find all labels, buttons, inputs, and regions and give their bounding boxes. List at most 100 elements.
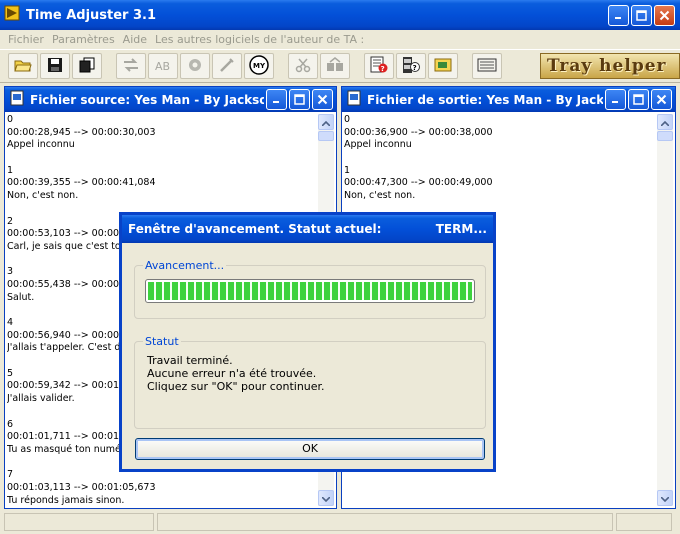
chevron-down-icon xyxy=(660,492,670,505)
web-button[interactable]: MY xyxy=(244,53,274,79)
scroll-up-arrow[interactable] xyxy=(657,114,673,130)
progress-bar xyxy=(145,279,475,303)
output-scrollbar[interactable] xyxy=(657,114,673,506)
cut-button[interactable] xyxy=(288,53,318,79)
subtitle-line: 1 xyxy=(7,164,14,176)
swap-arrows-icon xyxy=(122,57,140,76)
chevron-up-icon xyxy=(321,116,331,129)
source-close-button[interactable] xyxy=(312,89,333,110)
subtitle-line: 00:00:47,300 --> 00:00:49,000 xyxy=(344,177,493,189)
subtitle-line: Non, c'est non. xyxy=(7,190,79,202)
subtitle-line: 0 xyxy=(344,114,351,125)
source-pane-title: Fichier source: Yes Man - By Jackso... xyxy=(30,92,264,107)
web-icon: MY xyxy=(249,54,269,78)
progress-dialog: Fenêtre d'avancement. Statut actuel: TER… xyxy=(119,212,496,472)
transfer-icon xyxy=(326,56,344,76)
menu-fichier[interactable]: Fichier xyxy=(8,33,44,46)
source-pane-title-bar: Fichier source: Yes Man - By Jackso... xyxy=(5,87,336,112)
status-group: Statut Travail terminé. Aucune erreur n'… xyxy=(134,335,486,429)
status-line: Aucune erreur n'a été trouvée. xyxy=(147,367,317,380)
gear-icon xyxy=(187,57,203,76)
close-button[interactable] xyxy=(654,4,675,26)
source-maximize-button[interactable] xyxy=(289,89,310,110)
main-title-bar: Time Adjuster 3.1 xyxy=(0,0,680,30)
settings-button[interactable] xyxy=(180,53,210,79)
spell-ab-icon: AB xyxy=(154,57,172,76)
subtitle-line: Appel inconnu xyxy=(344,139,412,151)
status-bar xyxy=(0,510,680,534)
app-icon xyxy=(4,5,20,25)
transfer-button[interactable] xyxy=(320,53,350,79)
maximize-button[interactable] xyxy=(631,4,652,26)
svg-text:MY: MY xyxy=(253,62,266,70)
subtitle-line: Non, c'est non. xyxy=(344,190,416,202)
dialog-title: Fenêtre d'avancement. Statut actuel: xyxy=(128,222,382,236)
subtitle-line: 00:00:36,900 --> 00:00:38,000 xyxy=(344,126,493,138)
srt-help-button[interactable]: ? xyxy=(364,53,394,79)
chevron-up-icon xyxy=(660,116,670,129)
ok-button[interactable]: OK xyxy=(135,438,485,460)
scroll-thumb[interactable] xyxy=(318,131,334,141)
screen-icon xyxy=(477,58,497,75)
subtitle-line: Appel inconnu xyxy=(7,139,75,151)
output-close-button[interactable] xyxy=(651,89,672,110)
svg-text:?: ? xyxy=(413,64,417,72)
menu-parametres[interactable]: Paramètres xyxy=(52,33,115,46)
save-button[interactable] xyxy=(40,53,70,79)
film-help-icon: ? xyxy=(402,56,420,77)
spell-button[interactable]: AB xyxy=(148,53,178,79)
srt-help-icon: ? xyxy=(370,56,388,77)
export-button[interactable] xyxy=(428,53,458,79)
source-minimize-button[interactable] xyxy=(266,89,287,110)
status-cell xyxy=(4,513,154,531)
subtitle-line xyxy=(344,482,656,495)
output-minimize-button[interactable] xyxy=(605,89,626,110)
file-icon xyxy=(346,90,362,109)
output-maximize-button[interactable] xyxy=(628,89,649,110)
status-line: Cliquez sur "OK" pour continuer. xyxy=(147,380,325,393)
menu-aide[interactable]: Aide xyxy=(123,33,147,46)
status-group-label: Statut xyxy=(143,335,181,348)
status-message: Travail terminé. Aucune erreur n'a été t… xyxy=(147,354,325,393)
tray-helper-banner[interactable]: Tray helper xyxy=(540,53,680,79)
subtitle-line: 00:00:39,355 --> 00:00:41,084 xyxy=(7,177,156,189)
scroll-thumb[interactable] xyxy=(657,131,673,141)
subtitle-line xyxy=(7,152,317,165)
status-cell xyxy=(616,513,672,531)
chevron-down-icon xyxy=(321,492,331,505)
screen-button[interactable] xyxy=(472,53,502,79)
open-folder-button[interactable] xyxy=(8,53,38,79)
svg-text:AB: AB xyxy=(155,60,170,73)
subtitle-line: Tu réponds jamais sinon. xyxy=(7,494,125,506)
scroll-down-arrow[interactable] xyxy=(318,490,334,506)
wand-icon xyxy=(219,57,235,76)
scroll-up-arrow[interactable] xyxy=(318,114,334,130)
dialog-title-bar: Fenêtre d'avancement. Statut actuel: TER… xyxy=(122,215,493,243)
svg-text:?: ? xyxy=(381,65,385,73)
scissors-icon xyxy=(295,57,311,76)
subtitle-line: 0 xyxy=(7,114,14,125)
output-pane-title: Fichier de sortie: Yes Man - By Jack... xyxy=(367,92,603,107)
file-icon xyxy=(9,90,25,109)
status-line: Travail terminé. xyxy=(147,354,233,367)
open-folder-icon xyxy=(14,57,32,76)
status-cell xyxy=(157,513,613,531)
subtitle-line: 1 xyxy=(344,164,351,176)
subtitle-line: 00:01:03,113 --> 00:01:05,673 xyxy=(7,481,156,493)
minimize-button[interactable] xyxy=(608,4,629,26)
copy-files-icon xyxy=(79,57,95,76)
menu-bar: Fichier Paramètres Aide Les autres logic… xyxy=(0,30,680,48)
copy-files-button[interactable] xyxy=(72,53,102,79)
wand-button[interactable] xyxy=(212,53,242,79)
swap-button[interactable] xyxy=(116,53,146,79)
progress-group: Avancement... xyxy=(134,259,486,319)
subtitle-line xyxy=(344,495,656,506)
app-title: Time Adjuster 3.1 xyxy=(26,7,157,23)
menu-autres-logiciels[interactable]: Les autres logiciels de l'auteur de TA : xyxy=(155,33,364,46)
subtitle-line: 00:00:28,945 --> 00:00:30,003 xyxy=(7,126,156,138)
progress-group-label: Avancement... xyxy=(143,259,227,272)
scroll-down-arrow[interactable] xyxy=(657,490,673,506)
film-help-button[interactable]: ? xyxy=(396,53,426,79)
subtitle-line xyxy=(344,152,656,165)
export-icon xyxy=(434,57,452,76)
